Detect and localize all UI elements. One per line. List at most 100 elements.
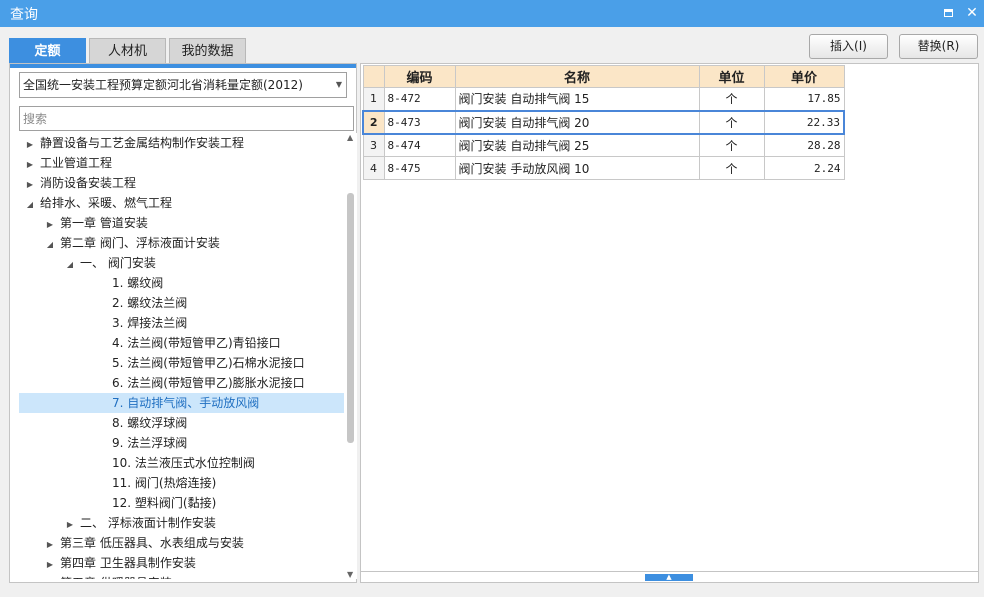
cell-unit[interactable]: 个 xyxy=(698,156,765,180)
table-row[interactable]: 1 8-472 阀门安装 自动排气阀 15 个 17.85 xyxy=(362,87,845,111)
tree-item-label: 3. 焊接法兰阀 xyxy=(112,316,188,330)
tree-item-label: 2. 螺纹法兰阀 xyxy=(112,296,188,310)
tree-item-label: 二、 浮标液面计制作安装 xyxy=(80,516,216,530)
tree-group-item[interactable]: ▶ 工业管道工程 xyxy=(10,153,346,173)
tree-leaf-item[interactable]: 10. 法兰液压式水位控制阀 xyxy=(10,453,346,473)
tree-item-label: 给排水、采暖、燃气工程 xyxy=(40,196,173,210)
expand-icon[interactable]: ▶ xyxy=(44,215,56,235)
panel-accent-strip xyxy=(10,64,356,68)
cell-price[interactable]: 17.85 xyxy=(763,87,845,111)
cell-name[interactable]: 阀门安装 自动排气阀 20 xyxy=(454,109,700,135)
tree-group-item[interactable]: ▶ 第五章 供暖器具安装 xyxy=(10,573,346,579)
tree-group-item[interactable]: ▶ 第四章 卫生器具制作安装 xyxy=(10,553,346,573)
cell-name[interactable]: 阀门安装 手动放风阀 10 xyxy=(454,156,700,180)
table-row[interactable]: 2 8-473 阀门安装 自动排气阀 20 个 22.33 xyxy=(362,109,845,135)
maximize-icon[interactable] xyxy=(938,3,958,23)
expand-icon[interactable]: ▶ xyxy=(44,535,56,555)
tree-item-label: 第二章 阀门、浮标液面计安装 xyxy=(60,236,220,250)
collapse-icon[interactable]: ◢ xyxy=(44,235,56,255)
tree-item-label: 8. 螺纹浮球阀 xyxy=(112,416,188,430)
row-number[interactable]: 2 xyxy=(362,109,385,135)
expand-icon[interactable]: ▶ xyxy=(44,555,56,575)
cell-unit[interactable]: 个 xyxy=(698,109,765,135)
tree-group-item[interactable]: ◢ 给排水、采暖、燃气工程 xyxy=(10,193,346,213)
expand-icon[interactable]: ▶ xyxy=(24,155,36,175)
tree-group-item[interactable]: ▶ 第一章 管道安装 xyxy=(10,213,346,233)
tree-item-label: 7. 自动排气阀、手动放风阀 xyxy=(112,396,260,410)
quota-library-select[interactable]: 全国统一安装工程预算定额河北省消耗量定额(2012) ▼ xyxy=(19,72,347,98)
table-row[interactable]: 3 8-474 阀门安装 自动排气阀 25 个 28.28 xyxy=(362,133,845,157)
tree-group-item[interactable]: ▶ 静置设备与工艺金属结构制作安装工程 xyxy=(10,133,346,153)
tree-group-item[interactable]: ▶ 第三章 低压器具、水表组成与安装 xyxy=(10,533,346,553)
tree-leaf-item[interactable]: 1. 螺纹阀 xyxy=(10,273,346,293)
tree-leaf-item[interactable]: 9. 法兰浮球阀 xyxy=(10,433,346,453)
splitter-grip-icon[interactable]: ▲ xyxy=(645,574,693,581)
header-unit[interactable]: 单位 xyxy=(698,65,765,88)
expand-icon[interactable]: ▶ xyxy=(24,135,36,155)
tree-leaf-item[interactable]: 4. 法兰阀(带短管甲乙)青铅接口 xyxy=(10,333,346,353)
tree-leaf-item[interactable]: 12. 塑料阀门(黏接) xyxy=(10,493,346,513)
result-panel: 编码 名称 单位 单价 1 8-472 阀门安装 自动排气阀 15 个 17.85 2 8-… xyxy=(360,63,979,583)
scrollbar-thumb[interactable] xyxy=(347,193,354,443)
row-number[interactable]: 3 xyxy=(362,133,385,157)
cell-price[interactable]: 22.33 xyxy=(763,109,845,135)
tree-group-item[interactable]: ▶ 消防设备安装工程 xyxy=(10,173,346,193)
table-row[interactable]: 4 8-475 阀门安装 手动放风阀 10 个 2.24 xyxy=(362,156,845,180)
tab-labor-material-machine[interactable]: 人材机 xyxy=(89,38,166,63)
cell-price[interactable]: 28.28 xyxy=(763,133,845,157)
tree-leaf-item[interactable]: 5. 法兰阀(带短管甲乙)石棉水泥接口 xyxy=(10,353,346,373)
row-number[interactable]: 4 xyxy=(362,156,385,180)
tree-leaf-item[interactable]: 11. 阀门(热熔连接) xyxy=(10,473,346,493)
cell-code[interactable]: 8-474 xyxy=(383,133,456,157)
tree-item-label: 一、 阀门安装 xyxy=(80,256,156,270)
search-input[interactable] xyxy=(19,106,354,131)
header-code[interactable]: 编码 xyxy=(383,65,456,88)
expand-icon[interactable]: ▶ xyxy=(64,515,76,535)
expand-icon[interactable]: ▶ xyxy=(44,575,56,579)
quota-tree-panel: 全国统一安装工程预算定额河北省消耗量定额(2012) ▼ ▶ 静置设备与工艺金属结… xyxy=(9,63,357,583)
expand-icon[interactable]: ▶ xyxy=(24,175,36,195)
tab-quota[interactable]: 定额 xyxy=(9,38,86,63)
header-price[interactable]: 单价 xyxy=(763,65,845,88)
close-icon[interactable]: ✕ xyxy=(962,3,982,23)
table-header-row: 编码 名称 单位 单价 xyxy=(362,65,845,88)
chevron-down-icon[interactable]: ▼ xyxy=(336,73,342,97)
cell-code[interactable]: 8-473 xyxy=(383,109,456,135)
scroll-up-icon[interactable]: ▲ xyxy=(347,133,353,142)
cell-code[interactable]: 8-472 xyxy=(383,87,456,111)
tree-item-label: 6. 法兰阀(带短管甲乙)膨胀水泥接口 xyxy=(112,376,305,390)
row-number[interactable]: 1 xyxy=(362,87,385,111)
insert-button[interactable]: 插入(I) xyxy=(809,34,888,59)
cell-name[interactable]: 阀门安装 自动排气阀 15 xyxy=(454,87,700,111)
tree-scrollbar[interactable]: ▲ ▼ xyxy=(345,133,357,579)
splitter-bar[interactable]: ▲ xyxy=(361,571,978,581)
header-row-number xyxy=(362,65,385,88)
cell-price[interactable]: 2.24 xyxy=(763,156,845,180)
tree-leaf-item[interactable]: 8. 螺纹浮球阀 xyxy=(10,413,346,433)
tab-my-data[interactable]: 我的数据 xyxy=(169,38,246,63)
replace-button[interactable]: 替换(R) xyxy=(899,34,978,59)
cell-unit[interactable]: 个 xyxy=(698,133,765,157)
tree-group-item[interactable]: ▶ 二、 浮标液面计制作安装 xyxy=(10,513,346,533)
tree-leaf-item[interactable]: 2. 螺纹法兰阀 xyxy=(10,293,346,313)
scroll-down-icon[interactable]: ▼ xyxy=(347,570,353,579)
tree-leaf-item[interactable]: 6. 法兰阀(带短管甲乙)膨胀水泥接口 xyxy=(10,373,346,393)
result-table: 编码 名称 单位 单价 1 8-472 阀门安装 自动排气阀 15 个 17.85 2 8-… xyxy=(362,65,845,180)
tree-item-label: 4. 法兰阀(带短管甲乙)青铅接口 xyxy=(112,336,281,350)
tree-item-label: 工业管道工程 xyxy=(40,156,113,170)
header-name[interactable]: 名称 xyxy=(454,65,700,88)
tree-item-label: 第三章 低压器具、水表组成与安装 xyxy=(60,536,244,550)
tree-group-item[interactable]: ◢ 第二章 阀门、浮标液面计安装 xyxy=(10,233,346,253)
collapse-icon[interactable]: ◢ xyxy=(24,195,36,215)
tree-leaf-item[interactable]: 7. 自动排气阀、手动放风阀 xyxy=(19,393,344,413)
tree-item-label: 第五章 供暖器具安装 xyxy=(60,576,172,579)
tree-item-label: 第一章 管道安装 xyxy=(60,216,148,230)
collapse-icon[interactable]: ◢ xyxy=(64,255,76,275)
cell-unit[interactable]: 个 xyxy=(698,87,765,111)
tree-leaf-item[interactable]: 3. 焊接法兰阀 xyxy=(10,313,346,333)
cell-name[interactable]: 阀门安装 自动排气阀 25 xyxy=(454,133,700,157)
tree-item-label: 静置设备与工艺金属结构制作安装工程 xyxy=(40,136,245,150)
tree-group-item[interactable]: ◢ 一、 阀门安装 xyxy=(10,253,346,273)
cell-code[interactable]: 8-475 xyxy=(383,156,456,180)
tree-item-label: 12. 塑料阀门(黏接) xyxy=(112,496,217,510)
